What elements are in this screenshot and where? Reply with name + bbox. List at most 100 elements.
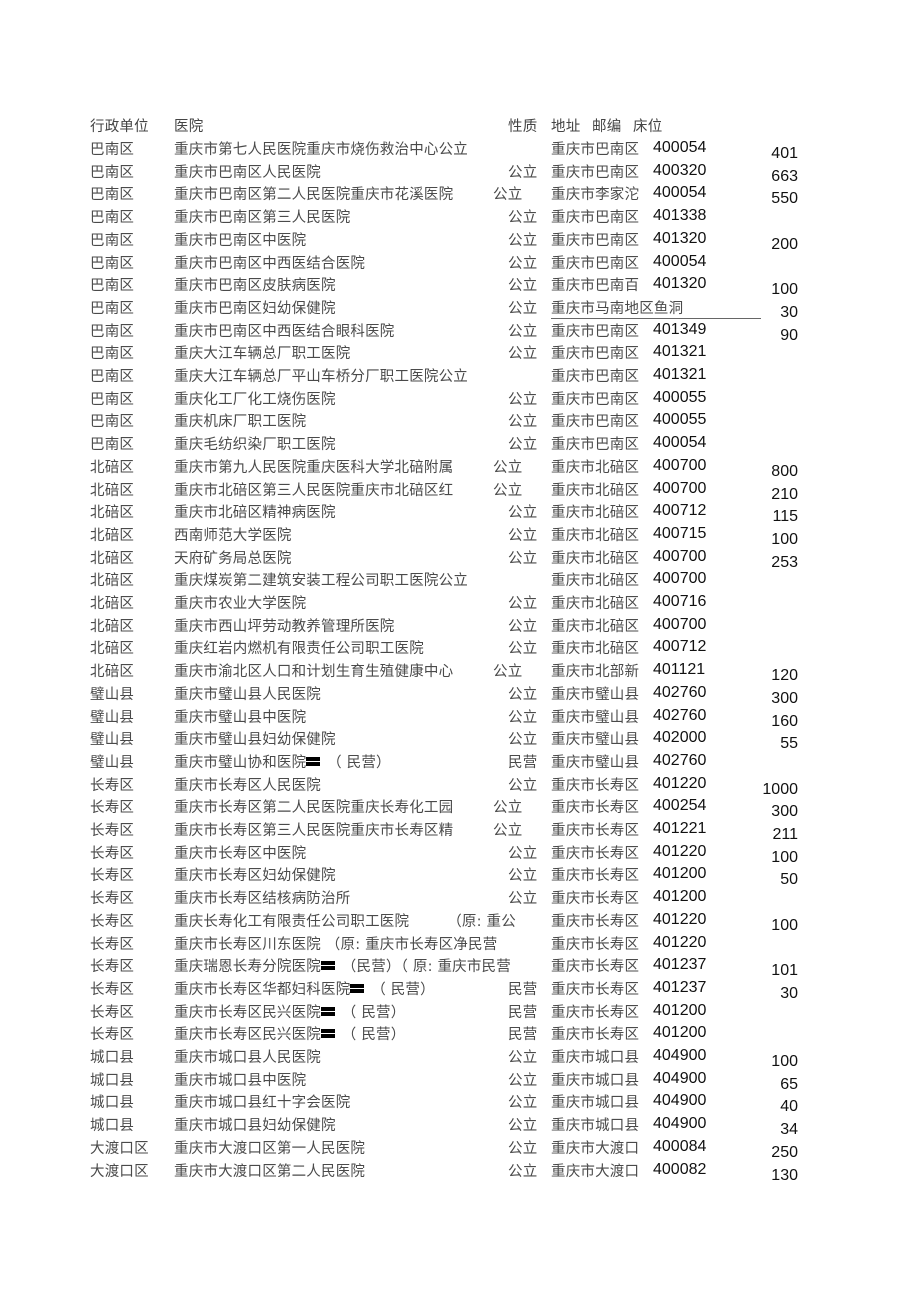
- zip-cell: 402760: [653, 751, 707, 769]
- beds-cell: 300: [771, 803, 798, 821]
- type-cell: 公立: [493, 459, 523, 476]
- hospital-cell: 重庆市长寿区中医院: [174, 845, 307, 862]
- beds-cell: 300: [771, 689, 798, 707]
- unit-cell: 长寿区: [90, 936, 135, 953]
- unit-cell: 巴南区: [90, 187, 135, 204]
- zip-cell: 400254: [653, 797, 707, 815]
- address-cell: 重庆市北碚区: [551, 505, 640, 522]
- table-row: 城口县 重庆市城口县中医院 公立 重庆市城口县 404900 65: [0, 1070, 920, 1095]
- hospital-cell: 重庆市巴南区中医院: [174, 232, 307, 249]
- hospital-cell: 重庆市城口县人民医院: [174, 1050, 321, 1066]
- table-row: 巴南区 重庆市巴南区中西医结合眼科医院 公立 重庆市巴南区 401349 90: [0, 320, 920, 346]
- type-cell: 公立: [508, 1163, 538, 1180]
- address-cell: 重庆市巴南区: [551, 142, 640, 158]
- table-row: 巴南区 重庆大江车辆总厂平山车桥分厂职工医院公立 重庆市巴南区 401321: [0, 366, 920, 391]
- unit-cell: 巴南区: [90, 437, 135, 454]
- unit-cell: 北碚区: [90, 664, 135, 681]
- table-row: 长寿区 重庆瑞恩长寿分院医院 （民营）（ 原: 重庆市民营 重庆市长寿区 401237…: [0, 956, 920, 981]
- unit-cell: 巴南区: [90, 164, 135, 181]
- hospital-cell: 重庆市北碚区第三人民医院重庆市北碚区红: [174, 482, 454, 499]
- zip-cell: 404900: [653, 1115, 707, 1133]
- unit-cell: 北碚区: [90, 641, 135, 658]
- type-cell: 公立: [508, 618, 538, 635]
- beds-cell: 401: [771, 145, 798, 162]
- hospital-cell: 重庆市璧山协和医院 （ 民营）: [174, 754, 391, 771]
- zip-cell: 400712: [653, 638, 707, 656]
- type-cell: 公立: [508, 527, 538, 544]
- address-cell: 重庆市长寿区: [551, 845, 640, 862]
- beds-cell: 100: [771, 916, 798, 934]
- beds-cell: 550: [771, 190, 798, 208]
- unit-cell: 城口县: [90, 1050, 135, 1066]
- table-row: 北碚区 西南师范大学医院 公立 重庆市北碚区 400715 100: [0, 524, 920, 550]
- beds-cell: 211: [772, 826, 798, 843]
- unit-cell: 巴南区: [90, 278, 135, 295]
- hospital-list-document: 行政单位 医院 性质 地址 邮编 床位 巴南区 重庆市第七人民医院重庆市烧伤救治中…: [0, 0, 920, 1303]
- zip-cell: 401321: [653, 366, 707, 383]
- unit-cell: 北碚区: [90, 527, 135, 544]
- type-cell: 民营: [508, 754, 538, 771]
- type-cell: 公立: [493, 664, 523, 681]
- zip-cell: 400054: [653, 434, 707, 452]
- hospital-cell: 重庆市璧山县中医院: [174, 709, 307, 726]
- address-cell: 重庆市长寿区: [551, 1027, 640, 1044]
- unit-cell: 长寿区: [90, 981, 135, 998]
- address-cell: 重庆市城口县: [551, 1072, 640, 1089]
- hospital-cell: 重庆市长寿区妇幼保健院: [174, 868, 336, 885]
- zip-cell: 401200: [653, 1024, 707, 1042]
- address-cell: 重庆市城口县: [551, 1050, 640, 1066]
- address-cell: 重庆市北碚区: [551, 527, 640, 544]
- table-row: 城口县 重庆市城口县红十字会医院 公立 重庆市城口县 404900 40: [0, 1092, 920, 1117]
- table-row: 大渡口区 重庆市大渡口区第一人民医院 公立 重庆市大渡口 400084 250: [0, 1138, 920, 1163]
- beds-cell: 1000: [762, 780, 798, 798]
- zip-cell: 402000: [653, 729, 707, 747]
- type-cell: 公立: [508, 868, 538, 885]
- address-cell: 重庆市北碚区: [551, 641, 640, 658]
- hospital-cell: 重庆煤炭第二建筑安装工程公司职工医院公立: [174, 573, 468, 590]
- unit-cell: 北碚区: [90, 596, 135, 612]
- table-row: 长寿区 重庆市长寿区华都妇科医院 （ 民营） 民营 重庆市长寿区 401237 30: [0, 979, 920, 1004]
- black-mark-icon: [321, 1029, 335, 1039]
- address-cell: 重庆市北碚区: [551, 482, 640, 499]
- table-row: 长寿区 重庆市长寿区人民医院 公立 重庆市长寿区 401220 1000: [0, 775, 920, 800]
- address-cell: 重庆市长寿区: [551, 1004, 640, 1021]
- zip-cell: 401349: [653, 320, 707, 338]
- unit-cell: 北碚区: [90, 573, 135, 590]
- hospital-cell: 重庆化工厂化工烧伤医院: [174, 391, 336, 408]
- address-cell: 重庆市巴南区: [551, 323, 640, 340]
- unit-cell: 璧山县: [90, 732, 135, 749]
- address-cell: 重庆市巴南区: [551, 232, 640, 249]
- hospital-cell: 重庆市长寿区第三人民医院重庆市长寿区精: [174, 823, 454, 839]
- unit-cell: 长寿区: [90, 823, 135, 839]
- hospital-cell: 天府矿务局总医院: [174, 550, 292, 567]
- table-row: 巴南区 重庆市巴南区妇幼保健院 公立 重庆市马南地区鱼洞 30: [0, 300, 920, 323]
- table-row: 璧山县 重庆市璧山县中医院 公立 重庆市璧山县 402760 160: [0, 707, 920, 732]
- table-row: 长寿区 重庆市长寿区中医院 公立 重庆市长寿区 401220 100: [0, 843, 920, 868]
- zip-cell: 400715: [653, 524, 707, 542]
- zip-cell: 400700: [653, 456, 707, 474]
- type-cell: 公立: [493, 187, 523, 204]
- unit-cell: 璧山县: [90, 754, 135, 771]
- hospital-cell: 重庆市第七人民医院重庆市烧伤救治中心公立: [174, 142, 468, 158]
- address-cell: 重庆市北部新: [551, 664, 640, 681]
- table-row: 北碚区 重庆市北碚区精神病医院 公立 重庆市北碚区 400712 115: [0, 502, 920, 527]
- table-row: 巴南区 重庆市第七人民医院重庆市烧伤救治中心公立 重庆市巴南区 400054 401: [0, 139, 920, 164]
- table-row: 巴南区 重庆市巴南区第三人民医院 公立 重庆市巴南区 401338: [0, 207, 920, 232]
- address-cell: 重庆市北碚区: [551, 596, 640, 612]
- table-row: 巴南区 重庆市巴南区第二人民医院重庆市花溪医院 公立 重庆市李家沱 400054 550: [0, 184, 920, 209]
- black-mark-icon: [321, 961, 335, 971]
- address-cell: 重庆市李家沱: [551, 187, 640, 204]
- table-row: 巴南区 重庆市巴南区皮肤病医院 公立 重庆市巴南百 401320 100: [0, 275, 920, 300]
- address-cell: 重庆市北碚区: [551, 459, 640, 476]
- unit-cell: 城口县: [90, 1095, 135, 1112]
- table-row: 长寿区 重庆市长寿区民兴医院 （ 民营） 民营 重庆市长寿区 401200: [0, 1024, 920, 1049]
- table-row: 璧山县 重庆市璧山县妇幼保健院 公立 重庆市璧山县 402000 55: [0, 729, 920, 754]
- beds-cell: 115: [772, 508, 798, 526]
- address-cell: 重庆市璧山县: [551, 754, 640, 771]
- hospital-cell: 重庆大江车辆总厂职工医院: [174, 346, 351, 363]
- unit-cell: 大渡口区: [90, 1140, 149, 1157]
- unit-cell: 长寿区: [90, 959, 135, 976]
- hospital-cell: 重庆市城口县妇幼保健院: [174, 1118, 336, 1135]
- unit-cell: 巴南区: [90, 346, 135, 363]
- type-cell: 公立: [508, 550, 538, 567]
